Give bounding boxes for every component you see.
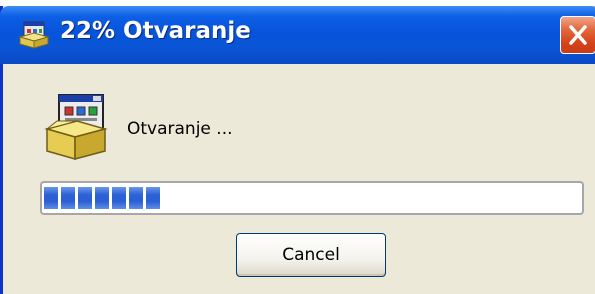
progress-fill (44, 187, 160, 209)
progress-block (129, 187, 143, 209)
installer-box-icon (43, 91, 109, 161)
close-icon (569, 25, 587, 45)
cancel-button[interactable]: Cancel (236, 233, 386, 277)
progress-block (61, 187, 75, 209)
progress-block (78, 187, 92, 209)
progress-block (112, 187, 126, 209)
status-text: Otvaranje ... (127, 119, 233, 139)
close-button[interactable] (560, 16, 595, 54)
progress-block (146, 187, 160, 209)
progress-bar (40, 181, 584, 215)
installer-icon (18, 21, 50, 49)
dialog-window: 22% Otvaranje Otvaranje ... Cancel (0, 6, 595, 294)
progress-block (44, 187, 58, 209)
progress-block (95, 187, 109, 209)
window-title: 22% Otvaranje (60, 18, 251, 44)
title-bar[interactable]: 22% Otvaranje (0, 6, 595, 64)
